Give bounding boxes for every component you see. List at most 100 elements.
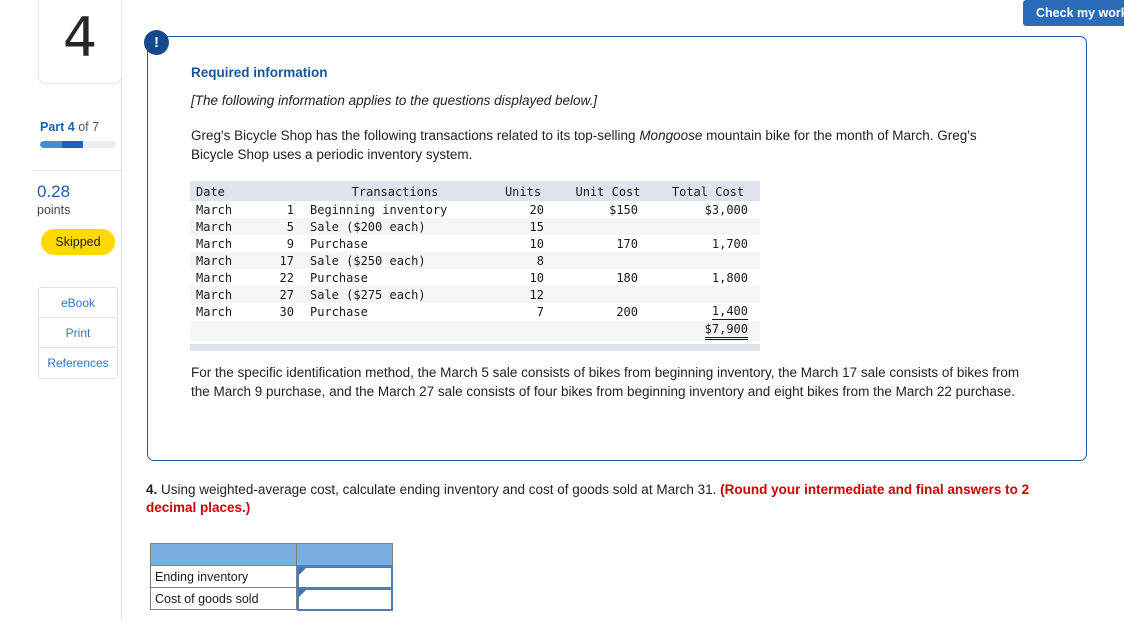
cell-transaction: Purchase <box>304 235 486 252</box>
cell-grand-total: $7,900 <box>656 321 760 341</box>
cell-unit-cost: 200 <box>560 303 656 321</box>
transactions-table-body: March 1 Beginning inventory 20 $150 $3,0… <box>190 201 760 341</box>
status-badge: Skipped <box>41 229 115 255</box>
table-row: March 27 Sale ($275 each) 12 <box>190 286 760 303</box>
cell-total-cost-underlined: 1,400 <box>711 304 748 320</box>
answer-header-left <box>150 543 297 566</box>
question-prompt: 4. Using weighted-average cost, calculat… <box>146 481 1081 517</box>
header-transactions: Transactions <box>304 181 486 201</box>
question-sidebar: 4 Part 4 of 7 0.28 points Skipped eBook … <box>0 0 123 620</box>
table-row: March 30 Purchase 7 200 1,400 <box>190 303 760 321</box>
cell-month: March <box>190 218 264 235</box>
cell-unit-cost: $150 <box>560 201 656 218</box>
answer-row-cost-of-goods-sold: Cost of goods sold <box>150 587 393 611</box>
points-value: 0.28 <box>37 182 71 201</box>
cell-month: March <box>190 269 264 286</box>
cell-units: 10 <box>486 269 560 286</box>
answer-label-ending-inventory: Ending inventory <box>150 565 297 588</box>
cell-units: 20 <box>486 201 560 218</box>
specific-identification-paragraph: For the specific identification method, … <box>191 365 1020 399</box>
print-button[interactable]: Print <box>39 318 117 348</box>
cell-units: 10 <box>486 235 560 252</box>
sidebar-resource-buttons: eBook Print References <box>38 287 118 379</box>
progress-segment-dark <box>62 141 83 148</box>
grand-total-value: $7,900 <box>704 322 748 340</box>
cell-total-cost: 1,700 <box>656 235 760 252</box>
required-information-title: Required information <box>191 65 328 80</box>
table-row: March 17 Sale ($250 each) 8 <box>190 252 760 269</box>
cell-unit-cost <box>560 218 656 235</box>
product-name: Mongoose <box>639 128 703 143</box>
cell-transaction: Beginning inventory <box>304 201 486 218</box>
cell-month: March <box>190 201 264 218</box>
cell-day: 1 <box>264 201 304 218</box>
cell-units: 12 <box>486 286 560 303</box>
check-my-work-button[interactable]: Check my work <box>1023 0 1124 26</box>
cell-transaction: Purchase <box>304 303 486 321</box>
cell-day: 27 <box>264 286 304 303</box>
cell-empty <box>560 321 656 341</box>
part-total: of 7 <box>74 120 100 134</box>
cell-unit-cost: 170 <box>560 235 656 252</box>
cell-day: 17 <box>264 252 304 269</box>
sidebar-divider <box>33 170 123 171</box>
cost-of-goods-sold-input[interactable] <box>297 588 393 611</box>
answer-input-cell[interactable] <box>296 587 393 611</box>
cell-day: 9 <box>264 235 304 252</box>
cell-total-cost <box>656 218 760 235</box>
cell-total-cost: 1,400 <box>656 303 760 321</box>
intro-text-part1: Greg's Bicycle Shop has the following tr… <box>191 128 640 143</box>
input-flag-icon <box>299 590 306 597</box>
part-indicator: Part 4 of 7 <box>40 120 99 134</box>
answer-input-cell[interactable] <box>296 565 393 589</box>
cell-total-cost: $3,000 <box>656 201 760 218</box>
cell-units: 7 <box>486 303 560 321</box>
question-number-label: 4. <box>146 482 158 497</box>
cell-day: 30 <box>264 303 304 321</box>
cell-unit-cost: 180 <box>560 269 656 286</box>
table-row: March 5 Sale ($200 each) 15 <box>190 218 760 235</box>
question-number-box: 4 <box>38 0 122 84</box>
cell-month: March <box>190 303 264 321</box>
header-units: Units <box>486 181 560 201</box>
answer-table: Ending inventory Cost of goods sold <box>150 543 393 611</box>
question-text: Using weighted-average cost, calculate e… <box>157 482 721 497</box>
question-number-value: 4 <box>62 6 98 69</box>
cell-unit-cost <box>560 252 656 269</box>
cell-total-cost: 1,800 <box>656 269 760 286</box>
cell-transaction: Sale ($200 each) <box>304 218 486 235</box>
cell-units: 8 <box>486 252 560 269</box>
answer-row-ending-inventory: Ending inventory <box>150 565 393 589</box>
table-row: March 22 Purchase 10 180 1,800 <box>190 269 760 286</box>
table-footer-bar <box>190 344 760 351</box>
ending-inventory-input[interactable] <box>297 566 393 589</box>
part-progress-bar <box>40 141 116 148</box>
header-date: Date <box>190 181 304 201</box>
part-current: Part 4 <box>40 120 75 134</box>
cell-transaction: Sale ($275 each) <box>304 286 486 303</box>
cell-transaction: Sale ($250 each) <box>304 252 486 269</box>
table-row: March 1 Beginning inventory 20 $150 $3,0… <box>190 201 760 218</box>
cell-units: 15 <box>486 218 560 235</box>
answer-header-right <box>296 543 393 566</box>
table-total-row: $7,900 <box>190 321 760 341</box>
references-button[interactable]: References <box>39 348 117 378</box>
answer-label-cost-of-goods-sold: Cost of goods sold <box>150 587 297 610</box>
cell-empty <box>486 321 560 341</box>
cell-empty <box>190 321 264 341</box>
cell-month: March <box>190 252 264 269</box>
header-total-cost: Total Cost <box>656 181 760 201</box>
ebook-button[interactable]: eBook <box>39 288 117 318</box>
table-row: March 9 Purchase 10 170 1,700 <box>190 235 760 252</box>
input-flag-icon <box>299 568 306 575</box>
transactions-table-wrapper: Date Transactions Units Unit Cost Total … <box>190 181 760 351</box>
cell-month: March <box>190 235 264 252</box>
points-label: points <box>37 203 71 217</box>
cell-month: March <box>190 286 264 303</box>
cell-day: 22 <box>264 269 304 286</box>
intro-paragraph: Greg's Bicycle Shop has the following tr… <box>191 127 1021 164</box>
cell-total-cost <box>656 286 760 303</box>
progress-segment-light <box>40 141 62 148</box>
cell-day: 5 <box>264 218 304 235</box>
cell-total-cost <box>656 252 760 269</box>
